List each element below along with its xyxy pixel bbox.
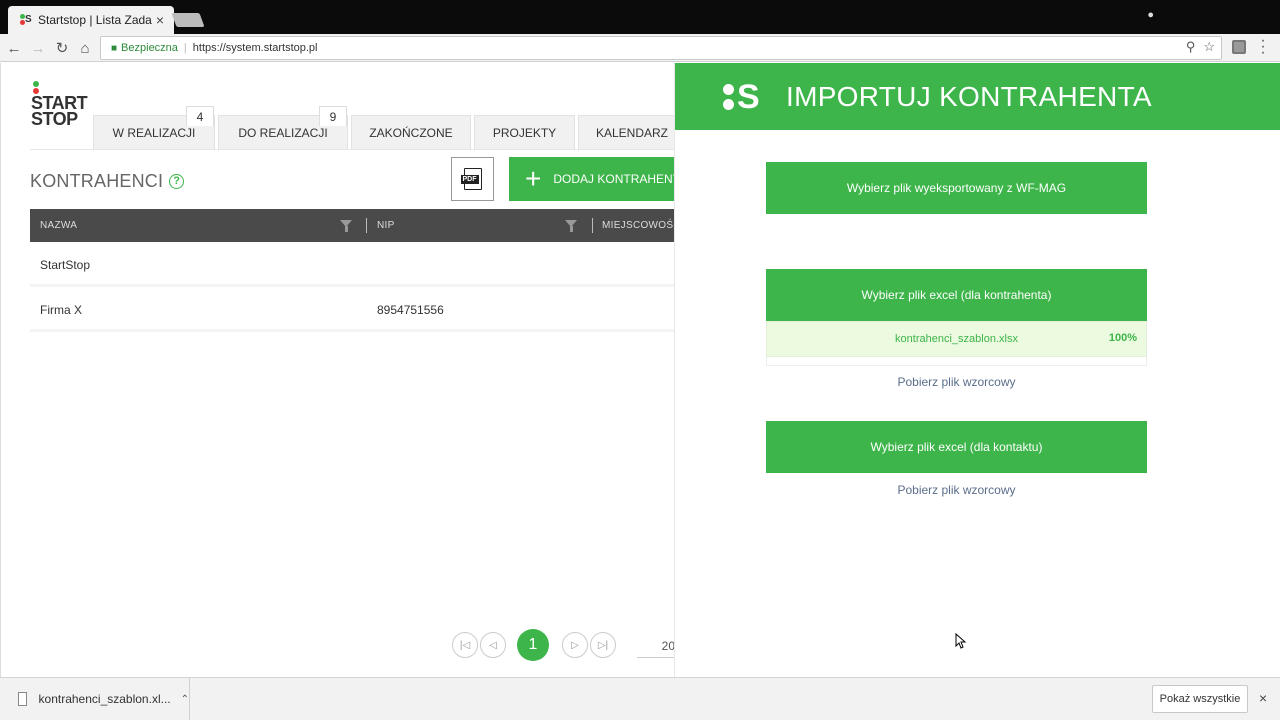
page-title: KONTRAHENCI ? [30,171,185,192]
star-icon[interactable]: ☆ [1203,39,1215,55]
last-page-icon[interactable]: ▷| [590,632,616,658]
show-all-downloads-button[interactable]: Pokaż wszystkie [1152,685,1248,713]
column-header-nip[interactable]: NIP [377,209,395,242]
tab-badge: 4 [186,106,214,126]
help-icon[interactable]: ? [169,174,185,189]
panel-title: IMPORTUJ KONTRAHENTA [786,81,1152,112]
secure-label: Bezpieczna [121,42,178,54]
select-excel-contractor-button[interactable]: Wybierz plik excel (dla kontrahenta) [766,269,1147,321]
file-icon [18,692,27,706]
column-separator [592,218,593,233]
prev-page-icon[interactable]: ◁ [480,632,506,658]
back-icon[interactable]: ← [4,38,24,58]
main-nav: W REALIZACJI 4 DO REALIZACJI 9 ZAKOŃCZON… [93,106,689,149]
table-header: NAZWA NIP MIEJSCOWOŚĆ [30,209,681,242]
new-tab-button[interactable] [171,13,205,27]
import-panel: S IMPORTUJ KONTRAHENTA Wybierz plik wyek… [674,63,1280,677]
startstop-logo[interactable]: START STOP [31,81,91,129]
forward-icon[interactable]: → [28,38,48,58]
tab-close-icon[interactable]: × [152,12,168,28]
url-text: https://system.startstop.pl [192,42,318,54]
mouse-cursor-icon [955,633,967,649]
tab-label: KALENDARZ [595,125,669,140]
tab-label: ZAKOŃCZONE [369,125,453,140]
tab-badge: 9 [319,106,347,126]
lock-icon: ■ [111,42,118,54]
current-page[interactable]: 1 [517,629,549,661]
tab-label: PROJEKTY [492,125,557,140]
cell-name: StartStop [40,258,91,272]
cell-name: Firma X [40,303,82,317]
tab-title: Startstop | Lista Zadań [38,13,152,27]
add-contractor-button[interactable]: + DODAJ KONTRAHENTA [509,157,675,201]
pdf-icon-label: PDF [460,175,479,184]
panel-header: S IMPORTUJ KONTRAHENTA [675,63,1280,130]
zoom-icon[interactable]: ⚲ [1186,39,1196,55]
download-template-link[interactable]: Pobierz plik wzorcowy [766,483,1147,497]
table-row[interactable]: Firma X 8954751556 [30,288,675,332]
menu-icon[interactable]: · · · [1258,33,1268,61]
home-icon[interactable]: ⌂ [75,38,95,58]
upload-box-bottom [766,357,1147,366]
tab-kalendarz[interactable]: KALENDARZ [578,115,686,149]
tab-label: W REALIZACJI [112,125,196,140]
browser-tab[interactable]: S Startstop | Lista Zadań × [8,6,174,34]
browser-toolbar: ← → ↻ ⌂ ■ Bezpieczna | https://system.st… [0,34,1280,62]
tab-zakonczone[interactable]: ZAKOŃCZONE [351,115,471,149]
extension-icon[interactable] [1232,40,1246,54]
pdf-icon: PDF [460,168,482,190]
tab-do-realizacji[interactable]: DO REALIZACJI 9 [218,106,348,149]
chevron-up-icon[interactable]: ⌃ [181,694,189,705]
download-item[interactable]: kontrahenci_szablon.xl... ⌃ [0,678,190,720]
user-icon[interactable]: ● [1147,9,1154,21]
export-pdf-button[interactable]: PDF [451,157,494,201]
download-template-link[interactable]: Pobierz plik wzorcowy [766,375,1147,389]
plus-icon: + [525,163,542,194]
tab-w-realizacji[interactable]: W REALIZACJI 4 [93,106,215,149]
add-contractor-label: DODAJ KONTRAHENTA [553,172,675,186]
download-filename: kontrahenci_szablon.xl... [38,692,171,706]
omnibox-separator: | [183,42,187,54]
tab-projekty[interactable]: PROJEKTY [474,115,575,149]
first-page-icon[interactable]: |◁ [452,632,478,658]
select-wfmag-file-button[interactable]: Wybierz plik wyeksportowany z WF-MAG [766,162,1147,214]
startstop-favicon: S [20,14,32,26]
browser-titlebar: S Startstop | Lista Zadań × ● [0,0,1280,34]
column-header-miejscowosc[interactable]: MIEJSCOWOŚĆ [602,209,681,242]
table-row[interactable]: StartStop [30,243,675,287]
column-separator [366,218,367,233]
column-header-nazwa[interactable]: NAZWA [40,209,77,242]
filter-icon[interactable] [565,220,577,232]
close-icon[interactable]: × [1259,690,1267,706]
per-page-select[interactable]: 20 [637,639,675,658]
page-title-text: KONTRAHENCI [30,171,164,191]
startstop-logo-icon: S [723,78,763,116]
upload-percent: 100% [1108,332,1137,344]
tab-label: DO REALIZACJI [238,125,328,140]
reload-icon[interactable]: ↻ [52,38,72,58]
select-excel-contact-button[interactable]: Wybierz plik excel (dla kontaktu) [766,421,1147,473]
uploaded-file-name: kontrahenci_szablon.xlsx [895,333,1018,345]
logo-text-stop: STOP [31,109,78,129]
next-page-icon[interactable]: ▷ [562,632,588,658]
uploaded-file-progress: kontrahenci_szablon.xlsx 100% [766,321,1147,357]
cell-nip: 8954751556 [377,303,444,317]
address-bar[interactable]: ■ Bezpieczna | https://system.startstop.… [100,36,1222,60]
nav-divider [30,149,675,150]
download-bar: kontrahenci_szablon.xl... ⌃ Pokaż wszyst… [0,677,1280,720]
filter-icon[interactable] [340,220,352,232]
